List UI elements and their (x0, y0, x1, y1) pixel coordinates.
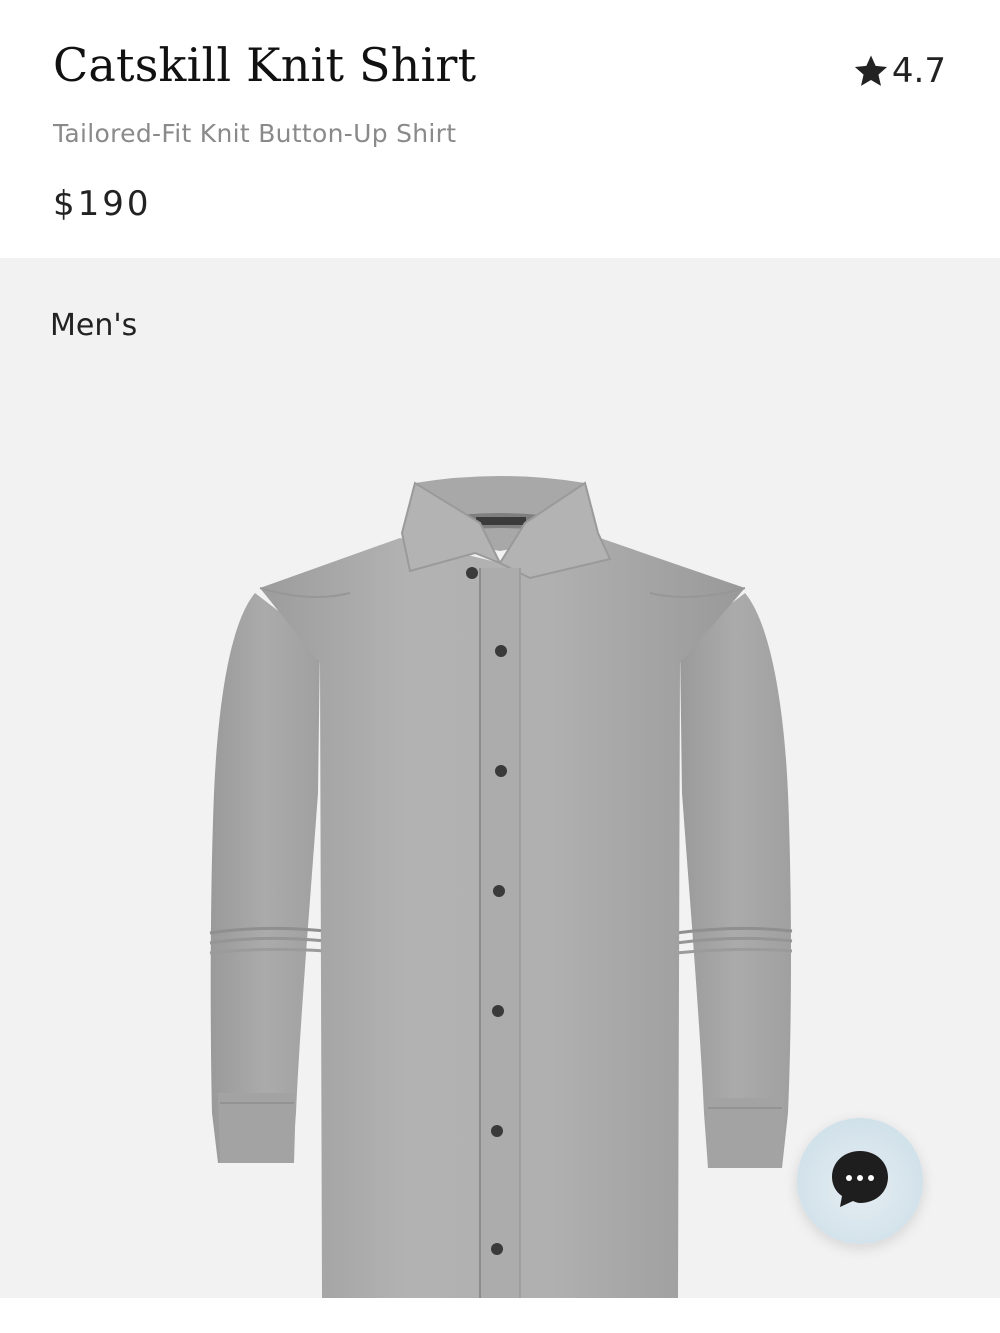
product-subtitle: Tailored-Fit Knit Button-Up Shirt (53, 119, 457, 148)
product-rating[interactable]: 4.7 (852, 50, 946, 92)
product-title: Catskill Knit Shirt (53, 38, 477, 92)
product-price: $190 (53, 184, 152, 224)
bottom-strip (0, 1298, 1000, 1333)
chat-bubble-icon (828, 1147, 892, 1215)
chat-button[interactable] (797, 1118, 923, 1244)
product-header: Catskill Knit Shirt 4.7 Tailored-Fit Kni… (0, 0, 1000, 258)
gender-label: Men's (50, 308, 138, 343)
shirt-image[interactable] (200, 463, 800, 1298)
star-icon (852, 52, 890, 90)
rating-value: 4.7 (891, 51, 946, 91)
